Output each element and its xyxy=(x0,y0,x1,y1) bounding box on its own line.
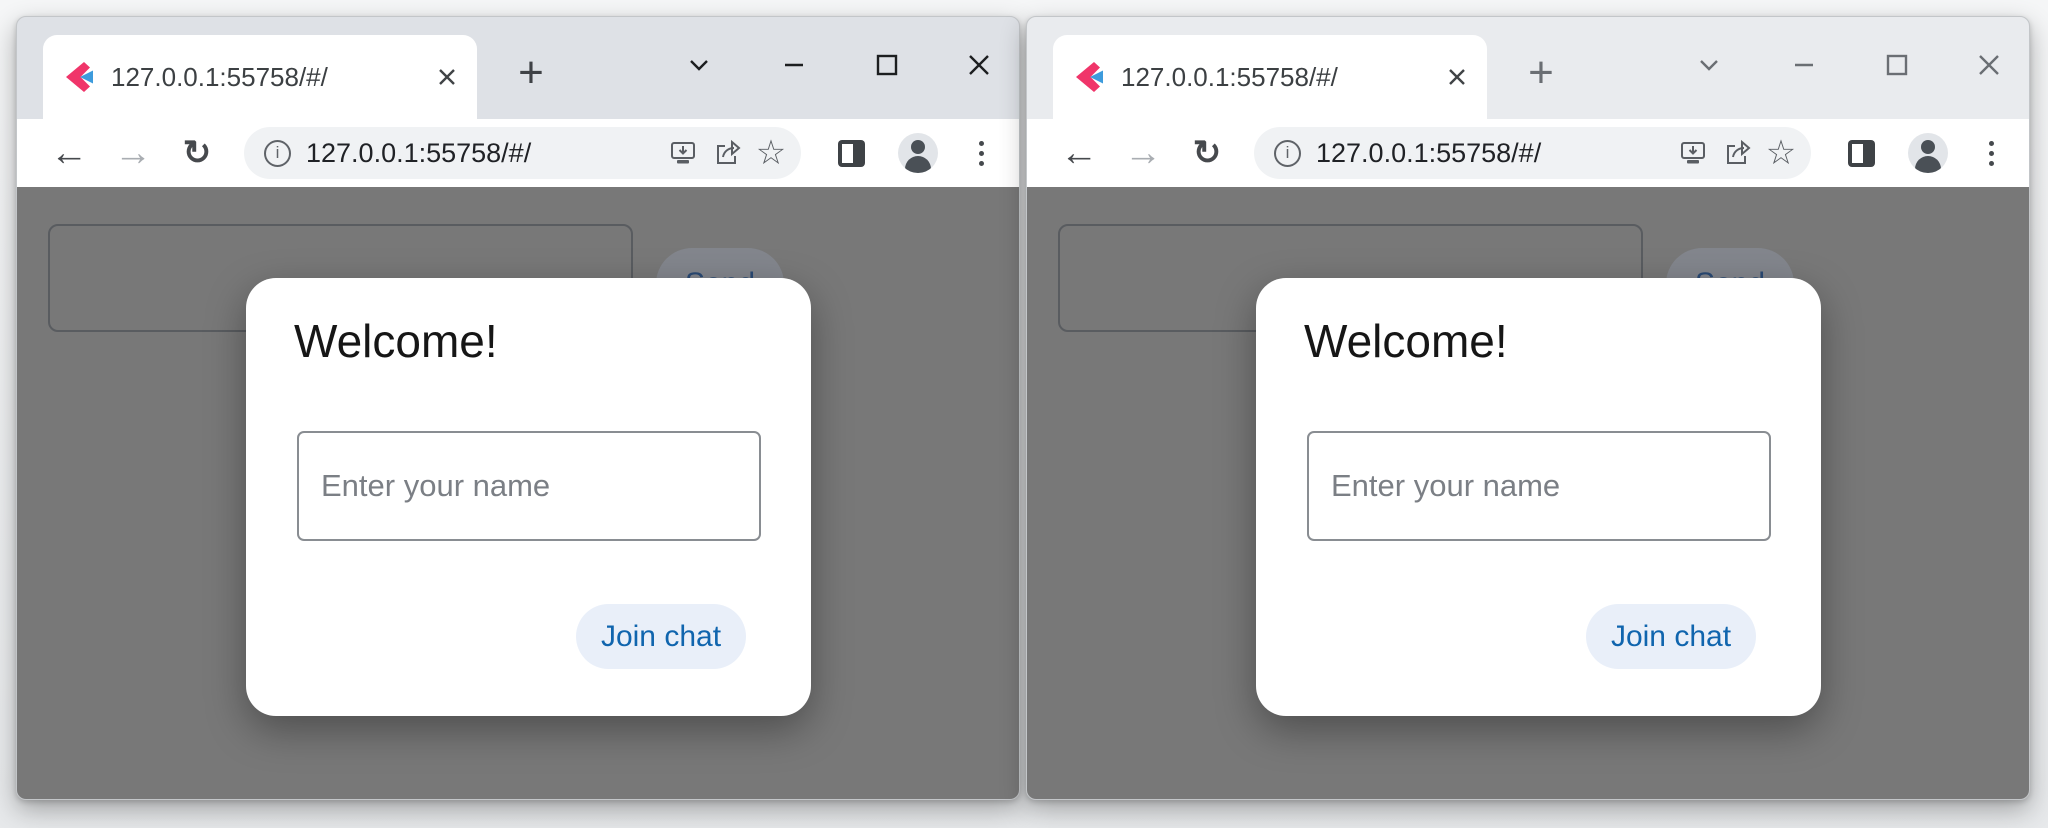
back-button[interactable]: ← xyxy=(1051,119,1107,187)
dialog-title: Welcome! xyxy=(1304,314,1508,368)
tab-strip: 127.0.0.1:55758/#/ + xyxy=(17,17,1019,119)
browser-menu-icon[interactable] xyxy=(1979,135,2003,171)
site-info-icon[interactable]: i xyxy=(1274,140,1301,167)
avatar-head xyxy=(1921,140,1935,154)
tab-close-icon[interactable] xyxy=(1439,59,1475,95)
tab-title: 127.0.0.1:55758/#/ xyxy=(1121,62,1439,93)
welcome-dialog: Welcome! Join chat xyxy=(1256,278,1821,716)
avatar-head xyxy=(911,140,925,154)
close-window-button[interactable] xyxy=(953,39,1005,91)
site-info-icon[interactable]: i xyxy=(264,140,291,167)
url-text: 127.0.0.1:55758/#/ xyxy=(1316,138,1671,169)
share-icon[interactable] xyxy=(1715,127,1759,179)
welcome-dialog: Welcome! Join chat xyxy=(246,278,811,716)
browser-window-right: 127.0.0.1:55758/#/ + ← → ↻ i 127.0.0.1:5… xyxy=(1026,16,2030,800)
browser-toolbar: ← → ↻ i 127.0.0.1:55758/#/ ☆ xyxy=(17,119,1019,187)
browser-toolbar: ← → ↻ i 127.0.0.1:55758/#/ ☆ xyxy=(1027,119,2029,187)
name-input[interactable] xyxy=(1307,431,1771,541)
join-chat-button[interactable]: Join chat xyxy=(1586,604,1756,669)
avatar-body xyxy=(905,156,931,173)
browser-window-left: 127.0.0.1:55758/#/ + ← → ↻ i 127.0.0.1:5… xyxy=(16,16,1020,800)
new-tab-button[interactable]: + xyxy=(1513,45,1569,101)
install-app-icon[interactable] xyxy=(1671,127,1715,179)
flet-favicon-icon xyxy=(63,61,95,93)
address-bar[interactable]: i 127.0.0.1:55758/#/ ☆ xyxy=(244,127,801,179)
bookmark-star-icon[interactable]: ☆ xyxy=(749,127,793,179)
forward-button[interactable]: → xyxy=(105,119,161,187)
new-tab-button[interactable]: + xyxy=(503,45,559,101)
flet-favicon-icon xyxy=(1073,61,1105,93)
tab-close-icon[interactable] xyxy=(429,59,465,95)
reload-button[interactable]: ↻ xyxy=(169,119,225,187)
name-input[interactable] xyxy=(297,431,761,541)
close-window-button[interactable] xyxy=(1963,39,2015,91)
side-panel-icon[interactable] xyxy=(1848,140,1875,167)
maximize-button[interactable] xyxy=(1871,39,1923,91)
tab-title: 127.0.0.1:55758/#/ xyxy=(111,62,429,93)
maximize-button[interactable] xyxy=(861,39,913,91)
minimize-button[interactable] xyxy=(768,39,820,91)
tab-strip: 127.0.0.1:55758/#/ + xyxy=(1027,17,2029,119)
back-button[interactable]: ← xyxy=(41,119,97,187)
profile-avatar[interactable] xyxy=(898,133,938,173)
install-app-icon[interactable] xyxy=(661,127,705,179)
tab-search-icon[interactable] xyxy=(673,39,725,91)
reload-button[interactable]: ↻ xyxy=(1179,119,1235,187)
side-panel-icon[interactable] xyxy=(838,140,865,167)
page-content-dimmed: Send Welcome! Join chat xyxy=(1027,187,2029,799)
profile-avatar[interactable] xyxy=(1908,133,1948,173)
url-text: 127.0.0.1:55758/#/ xyxy=(306,138,661,169)
avatar-body xyxy=(1915,156,1941,173)
join-chat-button[interactable]: Join chat xyxy=(576,604,746,669)
minimize-button[interactable] xyxy=(1778,39,1830,91)
address-bar[interactable]: i 127.0.0.1:55758/#/ ☆ xyxy=(1254,127,1811,179)
forward-button[interactable]: → xyxy=(1115,119,1171,187)
page-content-dimmed: Send Welcome! Join chat xyxy=(17,187,1019,799)
tab-search-icon[interactable] xyxy=(1683,39,1735,91)
bookmark-star-icon[interactable]: ☆ xyxy=(1759,127,1803,179)
browser-menu-icon[interactable] xyxy=(969,135,993,171)
dialog-title: Welcome! xyxy=(294,314,498,368)
share-icon[interactable] xyxy=(705,127,749,179)
browser-tab[interactable]: 127.0.0.1:55758/#/ xyxy=(1053,35,1487,119)
browser-tab[interactable]: 127.0.0.1:55758/#/ xyxy=(43,35,477,119)
